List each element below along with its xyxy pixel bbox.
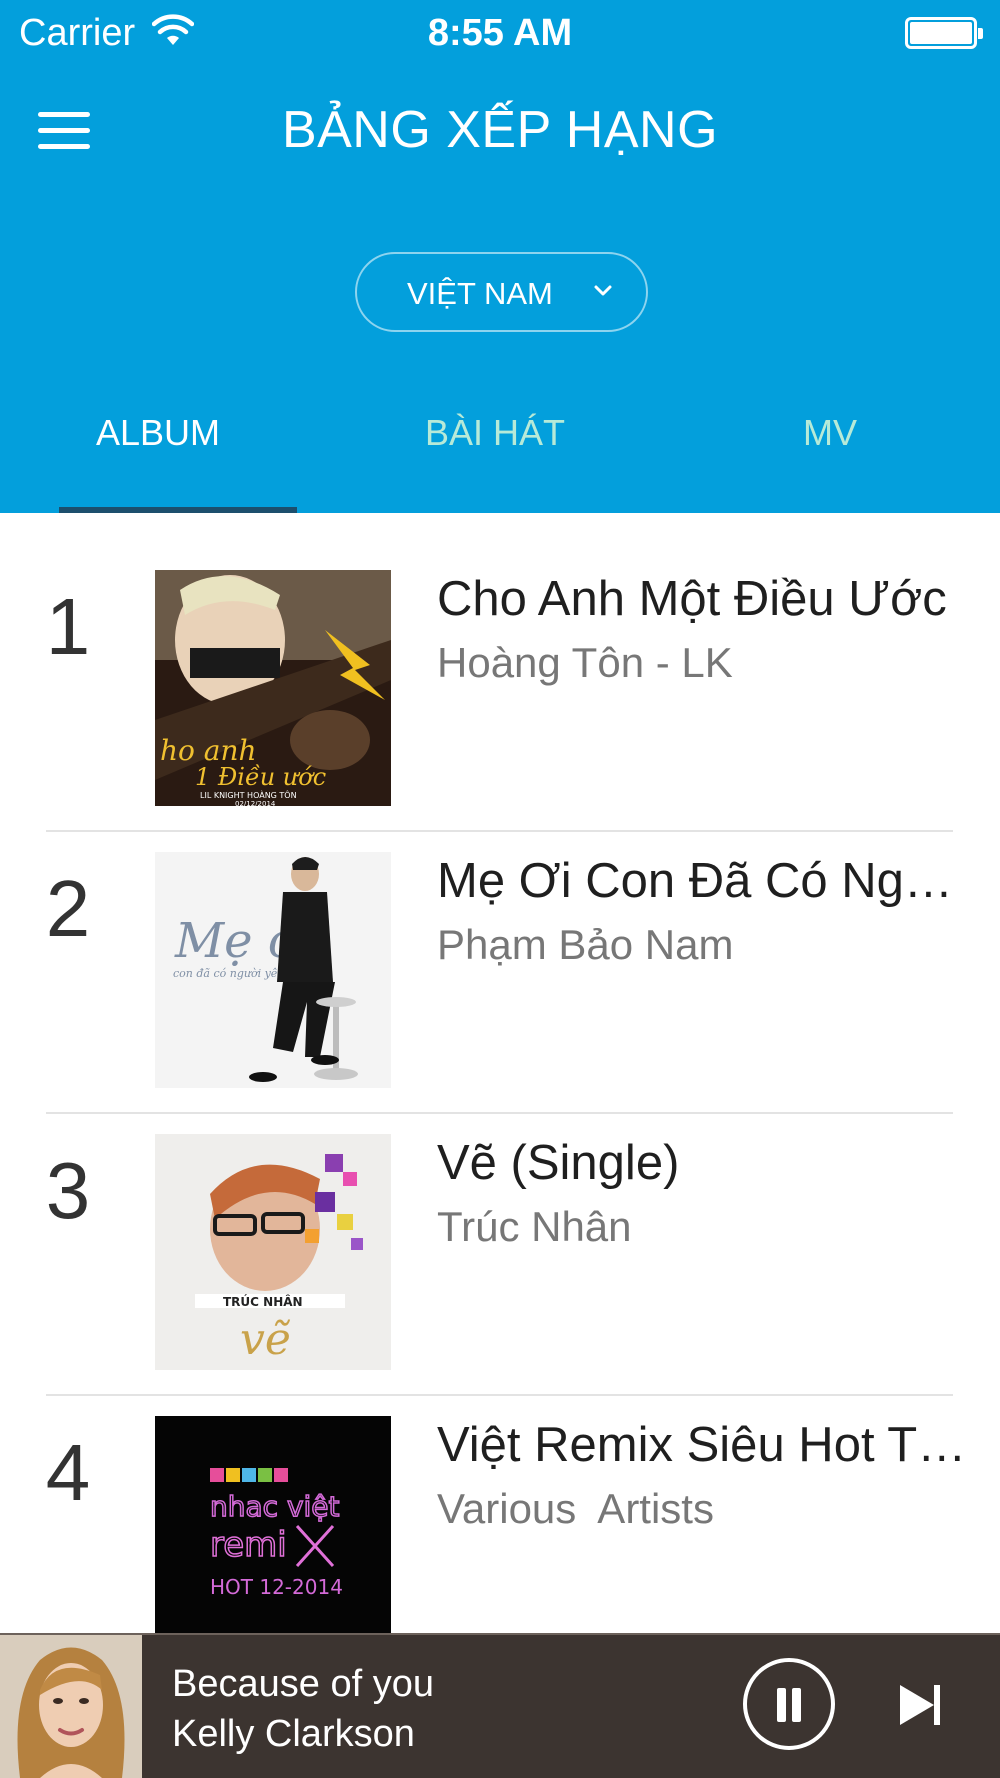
svg-text:nhac việt: nhac việt [210,1490,340,1523]
status-time: 8:55 AM [427,12,573,54]
now-playing-artist: Kelly Clarkson [172,1713,415,1755]
now-playing-artwork [0,1635,142,1778]
page-title: BẢNG XẾP HẠNG [281,101,719,159]
now-playing-title: Because of you [172,1663,434,1705]
pause-icon-bar [792,1688,801,1722]
album-row-2[interactable]: 2 Mẹ ơi con đã có người yêu Mẹ Ơi Con Đã… [0,795,1000,1114]
album-artist: Hoàng Tôn - LK [437,639,733,686]
battery-icon [905,17,983,49]
tab-mv[interactable]: MV [803,412,857,454]
album-title: Việt Remix Siêu Hot Tháng 12 [437,1418,993,1472]
album-row-3[interactable]: 3 TRÚC NHÂN vẽ Vẽ (Single) Trúc Nhân [0,1077,1000,1396]
album-row-1[interactable]: 1 ho anh 1 Điều ước LIL KNIGHT HOÀNG TÔN… [0,513,1000,832]
svg-text:HOT 12-2014: HOT 12-2014 [210,1575,343,1599]
album-title: Cho Anh Một Điều Ước [437,572,947,626]
svg-text:vẽ: vẽ [240,1314,291,1365]
tab-bai-hat[interactable]: BÀI HÁT [425,412,565,454]
album-title: Mẹ Ơi Con Đã Có Người Yêu [437,854,985,908]
svg-text:TRÚC NHÂN: TRÚC NHÂN [223,1294,303,1309]
rank-number: 3 [45,1146,91,1235]
chevron-down-icon [594,285,612,296]
album-row-4[interactable]: 4 nhac việt remi HOT 12-2014 Việt Remix … [0,1359,1000,1633]
pause-button[interactable] [743,1658,835,1750]
region-dropdown[interactable]: VIỆT NAM [355,252,648,332]
header: Carrier 8:55 AM BẢNG XẾP HẠNG VIỆT NAM A… [0,0,1000,513]
svg-text:remi: remi [210,1525,287,1565]
album-artist: Various Artists [437,1485,714,1532]
rank-number: 4 [45,1428,91,1517]
album-list: 1 ho anh 1 Điều ước LIL KNIGHT HOÀNG TÔN… [0,513,1000,1633]
rank-number: 1 [45,582,91,671]
album-title: Vẽ (Single) [437,1136,680,1190]
album-cover: TRÚC NHÂN vẽ [155,1134,391,1370]
album-artist: Trúc Nhân [437,1203,632,1250]
skip-next-icon[interactable] [896,1679,946,1731]
album-artist: Phạm Bảo Nam [437,921,734,968]
album-cover: nhac việt remi HOT 12-2014 [155,1416,391,1633]
status-bar: Carrier 8:55 AM [0,0,1000,68]
tab-album[interactable]: ALBUM [96,412,220,454]
mini-player[interactable]: Because of you Kelly Clarkson [0,1633,1000,1778]
svg-text:con đã có người yêu: con đã có người yêu [173,967,284,980]
region-label: VIỆT NAM [407,276,553,311]
pause-icon [777,1688,786,1722]
rank-number: 2 [45,864,91,953]
album-cover: ho anh 1 Điều ước LIL KNIGHT HOÀNG TÔN 0… [155,570,391,806]
svg-text:1 Điều ước: 1 Điều ước [195,763,326,791]
album-cover: Mẹ ơi con đã có người yêu [155,852,391,1088]
